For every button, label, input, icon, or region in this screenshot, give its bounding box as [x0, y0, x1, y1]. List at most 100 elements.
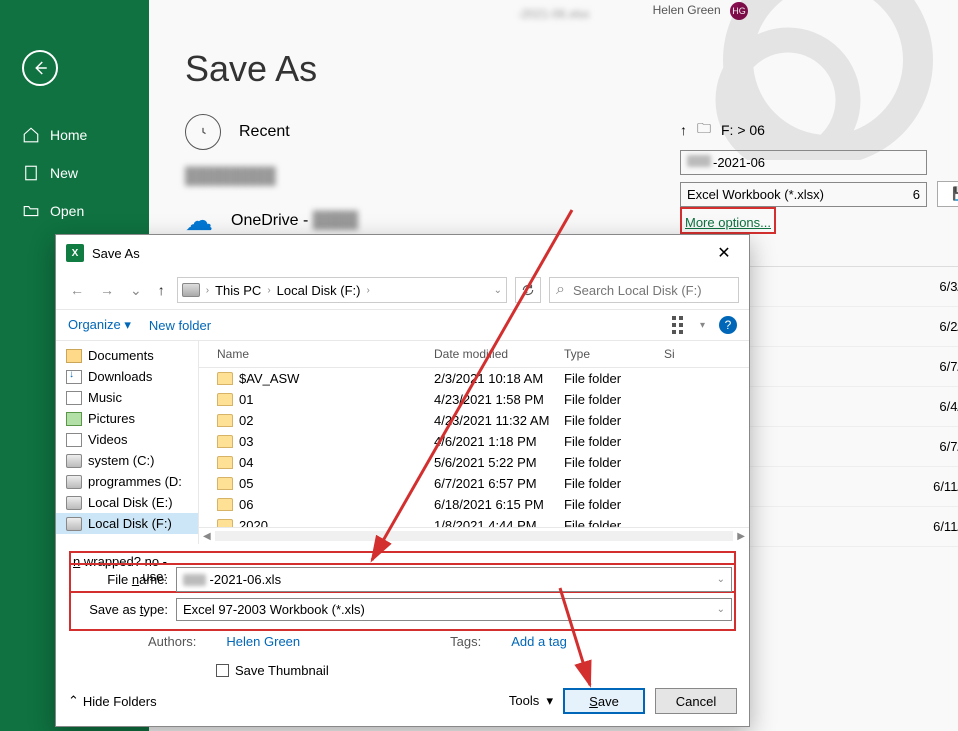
- folder-row[interactable]: 20201/8/2021 4:44 PMFile folder: [199, 515, 749, 527]
- folder-row[interactable]: 034/6/2021 1:18 PMFile folder: [199, 431, 749, 452]
- folder-date: 6/18/2021 6:15 PM: [434, 497, 564, 512]
- cloud-icon: ☁: [185, 204, 213, 237]
- search-input[interactable]: [571, 282, 732, 299]
- onedrive-label: OneDrive -: [231, 212, 313, 229]
- folder-date: 5/6/2021 5:22 PM: [434, 455, 564, 470]
- arrow-left-icon: [31, 59, 49, 77]
- folder-row[interactable]: 014/23/2021 1:58 PMFile folder: [199, 389, 749, 410]
- refresh-icon: [521, 283, 535, 297]
- column-date[interactable]: Date modified: [434, 347, 564, 361]
- scroll-right-icon[interactable]: ▶: [737, 531, 745, 542]
- tree-item[interactable]: programmes (D:: [56, 471, 198, 492]
- tree-item[interactable]: Pictures: [56, 408, 198, 429]
- save-as-dialog: X Save As ✕ ← → ⌄ ↑ › This PC › Local Di…: [55, 234, 750, 727]
- folder-type: File folder: [564, 413, 664, 428]
- save-btn-rest: ave: [598, 694, 619, 709]
- folder-name: 06: [239, 497, 253, 512]
- folder-row[interactable]: 045/6/2021 5:22 PMFile folder: [199, 452, 749, 473]
- search-box[interactable]: ⌕: [549, 277, 739, 303]
- filename-field[interactable]: ⌄: [176, 567, 732, 592]
- breadcrumb-dropdown-icon[interactable]: ⌄: [494, 285, 502, 296]
- nav-dropdown[interactable]: ⌄: [126, 280, 146, 301]
- tree-item[interactable]: Videos: [56, 429, 198, 450]
- horizontal-scrollbar[interactable]: ◀ ▶: [199, 527, 749, 544]
- tree-label: Videos: [88, 432, 128, 447]
- folder-row[interactable]: 06 6/18/2021 6:15 PMFile folder: [199, 494, 749, 515]
- new-icon: [22, 164, 40, 182]
- sidebar-new[interactable]: New: [0, 154, 149, 192]
- column-name[interactable]: Name: [199, 347, 434, 361]
- bg-date: 6/11/2021 5:44 PM: [933, 479, 958, 494]
- more-options-link[interactable]: More options...: [685, 215, 771, 230]
- folder-icon[interactable]: 🗀: [697, 118, 711, 142]
- cancel-button[interactable]: Cancel: [655, 688, 737, 714]
- view-dropdown-icon[interactable]: ▾: [700, 320, 705, 331]
- folder-name: 04: [239, 455, 253, 470]
- up-icon[interactable]: ↑: [680, 122, 687, 138]
- blurred-text: ████: [313, 212, 358, 229]
- savetype-field[interactable]: Excel 97-2003 Workbook (*.xls)⌄: [176, 598, 732, 621]
- column-type[interactable]: Type: [564, 347, 664, 361]
- tags-value[interactable]: Add a tag: [511, 634, 567, 649]
- breadcrumb[interactable]: › This PC › Local Disk (F:) › ⌄: [177, 277, 507, 303]
- breadcrumb-drive[interactable]: Local Disk (F:): [273, 283, 365, 298]
- help-icon[interactable]: ?: [719, 316, 737, 334]
- bg-date: 6/11/2021 5:44 PM: [933, 519, 958, 534]
- chevron-up-icon: ⌃: [68, 693, 79, 709]
- recent-label: Recent: [239, 123, 290, 141]
- folder-icon: [217, 372, 233, 385]
- folder-type: File folder: [564, 497, 664, 512]
- save-button[interactable]: Save: [563, 688, 645, 714]
- folder-icon: [217, 477, 233, 490]
- folder-type: File folder: [564, 392, 664, 407]
- filename-input[interactable]: -2021-06: [680, 150, 927, 175]
- filetype-select[interactable]: Excel Workbook (*.xlsx) 6: [680, 182, 927, 207]
- folder-date: 4/23/2021 11:32 AM: [434, 413, 564, 428]
- sidebar-open-label: Open: [50, 203, 84, 219]
- tree-item[interactable]: Music: [56, 387, 198, 408]
- breadcrumb-pc[interactable]: This PC: [211, 283, 265, 298]
- sidebar-home-label: Home: [50, 127, 87, 143]
- close-button[interactable]: ✕: [709, 243, 739, 263]
- scroll-left-icon[interactable]: ◀: [203, 531, 211, 542]
- column-size[interactable]: Si: [664, 347, 749, 361]
- folder-icon: [217, 519, 233, 527]
- tree-label: Documents: [88, 348, 154, 363]
- refresh-button[interactable]: [515, 277, 541, 303]
- dialog-title: Save As: [92, 246, 140, 261]
- folder-date: 2/3/2021 10:18 AM: [434, 371, 564, 386]
- user-badge[interactable]: HG: [730, 2, 748, 20]
- folder-icon: [217, 393, 233, 406]
- tree-icon: [66, 496, 82, 510]
- search-icon: ⌕: [556, 281, 565, 299]
- tree-item[interactable]: Local Disk (E:): [56, 492, 198, 513]
- nav-back[interactable]: ←: [66, 280, 88, 300]
- tree-item[interactable]: system (C:): [56, 450, 198, 471]
- back-button[interactable]: [22, 50, 58, 86]
- tree-item[interactable]: Documents: [56, 345, 198, 366]
- bg-date: 6/7/2021 6:58 PM: [939, 439, 958, 454]
- home-icon: [22, 126, 40, 144]
- nav-up[interactable]: ↑: [154, 280, 169, 300]
- folder-row[interactable]: 02 4/23/2021 11:32 AMFile folder: [199, 410, 749, 431]
- view-button[interactable]: [672, 316, 686, 334]
- filename-input[interactable]: [208, 571, 717, 588]
- new-folder-button[interactable]: New folder: [149, 318, 211, 333]
- thumbnail-checkbox[interactable]: [216, 664, 229, 677]
- hide-folders-button[interactable]: ⌃ Hide Folders: [68, 693, 157, 709]
- save-button-backstage[interactable]: 💾 Save: [937, 181, 958, 207]
- sidebar-home[interactable]: Home: [0, 116, 149, 154]
- sidebar-open[interactable]: Open: [0, 192, 149, 230]
- nav-forward[interactable]: →: [96, 280, 118, 300]
- tree-item[interactable]: Downloads: [56, 366, 198, 387]
- tree-item[interactable]: Local Disk (F:): [56, 513, 198, 534]
- folder-row[interactable]: 056/7/2021 6:57 PMFile folder: [199, 473, 749, 494]
- authors-label: Authors:: [148, 634, 196, 649]
- authors-value[interactable]: Helen Green: [226, 634, 300, 649]
- tree-icon: [66, 517, 82, 531]
- organize-button[interactable]: Organize ▾: [68, 317, 131, 333]
- folder-name: 02: [239, 413, 253, 428]
- tools-dropdown[interactable]: Tools ▾: [509, 693, 553, 709]
- folder-row[interactable]: $AV_ASW2/3/2021 10:18 AMFile folder: [199, 368, 749, 389]
- tree-icon: [66, 412, 82, 426]
